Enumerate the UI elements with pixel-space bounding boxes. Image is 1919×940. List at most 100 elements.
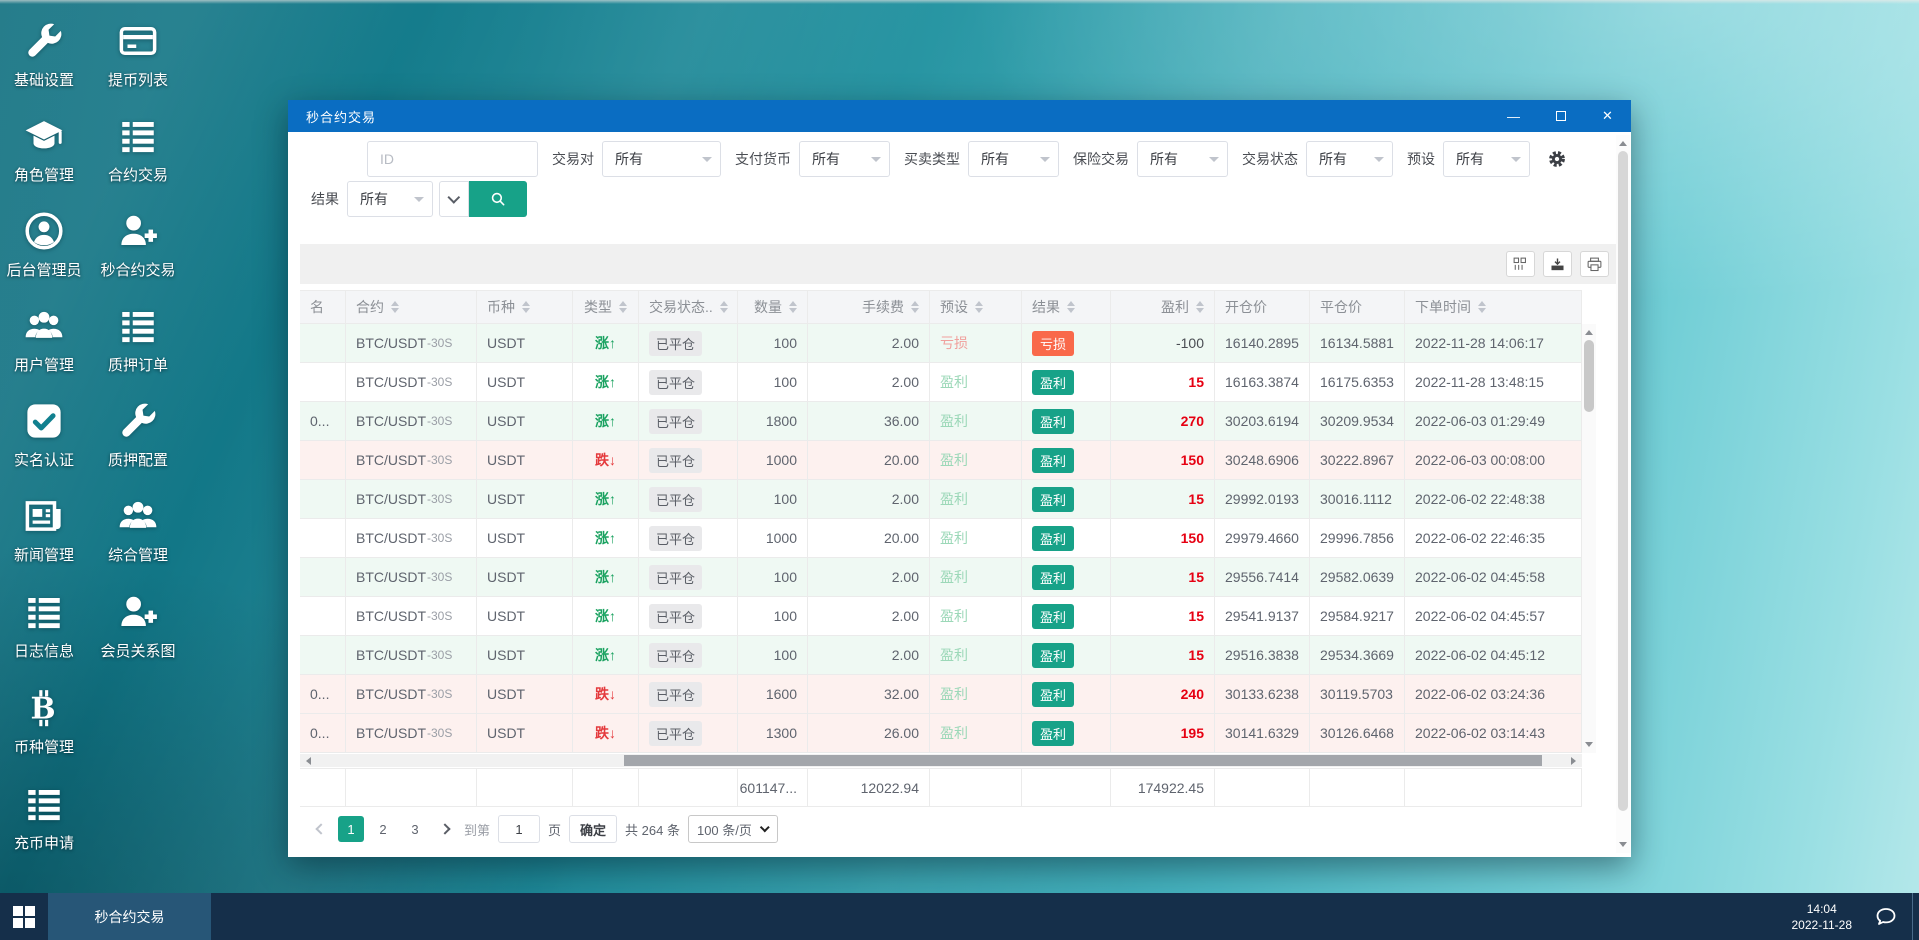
desktop-icon-充币申请[interactable]: 充币申请 bbox=[0, 782, 92, 853]
desktop-icon-秒合约交易[interactable]: 秒合约交易 bbox=[90, 209, 186, 280]
cell-contract: BTC/USDT -30S bbox=[346, 324, 477, 363]
page-button-2[interactable]: 2 bbox=[370, 816, 396, 842]
column-header-coin[interactable]: 币种 bbox=[477, 291, 573, 324]
close-value: 30119.5703 bbox=[1320, 686, 1393, 702]
table-row[interactable]: BTC/USDT -30S USDT 涨↑ 已平仓 1000 20.00 盈利 盈利 150 299… bbox=[300, 519, 1582, 558]
filter-settings-button[interactable] bbox=[1542, 143, 1572, 175]
column-header-status[interactable]: 交易状态.. bbox=[639, 291, 738, 324]
sort-icon[interactable] bbox=[719, 301, 728, 313]
filter-select-2[interactable]: 所有 bbox=[968, 141, 1059, 177]
window-scrollbar-thumb[interactable] bbox=[1618, 151, 1628, 811]
desktop-icon-新闻管理[interactable]: 新闻管理 bbox=[0, 494, 92, 565]
scroll-up-arrow[interactable] bbox=[1616, 135, 1630, 148]
page-button-3[interactable]: 3 bbox=[402, 816, 428, 842]
confirm-page-button[interactable]: 确定 bbox=[569, 815, 618, 843]
column-header-preset[interactable]: 预设 bbox=[930, 291, 1022, 324]
desktop-icon-提币列表[interactable]: 提币列表 bbox=[90, 19, 186, 90]
close-value: 30016.1112 bbox=[1320, 491, 1392, 507]
maximize-button[interactable] bbox=[1537, 100, 1584, 132]
desktop-icon-质押订单[interactable]: 质押订单 bbox=[90, 304, 186, 375]
next-page-button[interactable] bbox=[434, 816, 456, 842]
printer-button[interactable] bbox=[1580, 251, 1609, 277]
sort-icon[interactable] bbox=[1067, 301, 1075, 313]
start-button[interactable] bbox=[0, 893, 48, 940]
column-header-profit[interactable]: 盈利 bbox=[1111, 291, 1215, 324]
sort-icon[interactable] bbox=[619, 301, 627, 313]
table-row[interactable]: BTC/USDT -30S USDT 涨↑ 已平仓 100 2.00 盈利 盈利 15 29541.… bbox=[300, 597, 1582, 636]
close-button[interactable]: ✕ bbox=[1584, 100, 1631, 132]
window-titlebar[interactable]: 秒合约交易 — ✕ bbox=[288, 100, 1631, 132]
scroll-up-arrow[interactable] bbox=[1582, 324, 1596, 337]
table-row[interactable]: BTC/USDT -30S USDT 涨↑ 已平仓 100 2.00 盈利 盈利 15 29556.… bbox=[300, 558, 1582, 597]
user-value: 0... bbox=[310, 725, 330, 741]
scroll-right-arrow[interactable] bbox=[1569, 754, 1582, 767]
time-value: 2022-11-28 14:06:17 bbox=[1415, 335, 1544, 351]
column-header-type[interactable]: 类型 bbox=[573, 291, 639, 324]
table-row[interactable]: BTC/USDT -30S USDT 涨↑ 已平仓 100 2.00 盈利 盈利 15 16163.… bbox=[300, 363, 1582, 402]
table-row[interactable]: BTC/USDT -30S USDT 涨↑ 已平仓 100 2.00 盈利 盈利 15 29992.… bbox=[300, 480, 1582, 519]
filter-select-4[interactable]: 所有 bbox=[1306, 141, 1393, 177]
taskbar-item-active-app[interactable]: 秒合约交易 bbox=[48, 893, 211, 940]
filter-select-0[interactable]: 所有 bbox=[602, 141, 721, 177]
column-header-result[interactable]: 结果 bbox=[1022, 291, 1111, 324]
desktop-icon-日志信息[interactable]: 日志信息 bbox=[0, 590, 92, 661]
desktop-icon-质押配置[interactable]: 质押配置 bbox=[90, 399, 186, 470]
vertical-scrollbar-thumb[interactable] bbox=[1584, 340, 1594, 412]
column-header-time[interactable]: 下单时间 bbox=[1405, 291, 1582, 324]
desktop-icon-币种管理[interactable]: B 币种管理 bbox=[0, 686, 92, 757]
desktop-icon-实名认证[interactable]: 实名认证 bbox=[0, 399, 92, 470]
search-icon bbox=[491, 192, 504, 205]
status-badge: 已平仓 bbox=[649, 642, 703, 668]
table-row[interactable]: 0... BTC/USDT -30S USDT 跌↓ 已平仓 1300 26.00 盈利 盈利 19… bbox=[300, 714, 1582, 753]
prev-page-button[interactable] bbox=[310, 816, 332, 842]
desktop-icon-用户管理[interactable]: 用户管理 bbox=[0, 304, 92, 375]
export-button[interactable] bbox=[1543, 251, 1572, 277]
horizontal-scrollbar[interactable] bbox=[300, 754, 1582, 767]
window-vertical-scrollbar[interactable] bbox=[1616, 135, 1630, 853]
sort-icon[interactable] bbox=[522, 301, 530, 313]
expand-filters-button[interactable] bbox=[439, 181, 469, 217]
table-header-row: 名合约 币种 类型 交易状态.. 数量 手续费 预设 结果 盈利 开仓价 平仓价 下单时间 bbox=[300, 290, 1582, 324]
filter-select-3[interactable]: 所有 bbox=[1137, 141, 1228, 177]
scroll-down-arrow[interactable] bbox=[1616, 840, 1630, 853]
result-badge: 盈利 bbox=[1032, 720, 1075, 746]
desktop-icon-合约交易[interactable]: 合约交易 bbox=[90, 114, 186, 185]
table-row[interactable]: 0... BTC/USDT -30S USDT 涨↑ 已平仓 1800 36.00 盈利 盈利 27… bbox=[300, 402, 1582, 441]
desktop-icon-会员关系图[interactable]: 会员关系图 bbox=[90, 590, 186, 661]
sort-icon[interactable] bbox=[911, 301, 919, 313]
filter-select-5[interactable]: 所有 bbox=[1443, 141, 1530, 177]
desktop-icon-label: 综合管理 bbox=[107, 547, 168, 564]
table-row[interactable]: BTC/USDT -30S USDT 跌↓ 已平仓 1000 20.00 盈利 盈利 150 302… bbox=[300, 441, 1582, 480]
result-select[interactable]: 所有 bbox=[347, 181, 433, 217]
table-row[interactable]: 0... BTC/USDT -30S USDT 跌↓ 已平仓 1600 32.00 盈利 盈利 24… bbox=[300, 675, 1582, 714]
table-vertical-scrollbar[interactable] bbox=[1582, 324, 1596, 753]
sort-icon[interactable] bbox=[789, 301, 797, 313]
scroll-left-arrow[interactable] bbox=[300, 754, 313, 767]
columns-button[interactable] bbox=[1506, 251, 1535, 277]
column-header-fee[interactable]: 手续费 bbox=[808, 291, 930, 324]
column-header-contract[interactable]: 合约 bbox=[346, 291, 477, 324]
sort-icon[interactable] bbox=[1196, 301, 1204, 313]
desktop-icon-综合管理[interactable]: 综合管理 bbox=[90, 494, 186, 565]
page-button-1[interactable]: 1 bbox=[338, 816, 364, 842]
desktop-icon-后台管理员[interactable]: 后台管理员 bbox=[0, 209, 92, 280]
column-header-qty[interactable]: 数量 bbox=[738, 291, 808, 324]
desktop-icon-基础设置[interactable]: 基础设置 bbox=[0, 19, 92, 90]
taskbar-clock[interactable]: 14:04 2022-11-28 bbox=[1780, 901, 1865, 933]
goto-page-input[interactable] bbox=[498, 815, 541, 843]
horizontal-scrollbar-thumb[interactable] bbox=[624, 755, 1542, 766]
search-button[interactable] bbox=[469, 181, 527, 217]
desktop-icon-角色管理[interactable]: 角色管理 bbox=[0, 114, 92, 185]
sort-icon[interactable] bbox=[391, 301, 399, 313]
id-input[interactable] bbox=[367, 141, 538, 177]
minimize-button[interactable]: — bbox=[1490, 100, 1537, 132]
show-desktop-button[interactable] bbox=[1913, 893, 1919, 940]
page-size-select[interactable]: 100 条/页 bbox=[687, 815, 778, 843]
filter-select-1[interactable]: 所有 bbox=[799, 141, 890, 177]
sort-icon[interactable] bbox=[975, 301, 983, 313]
action-center-button[interactable] bbox=[1864, 893, 1908, 940]
sort-icon[interactable] bbox=[1478, 301, 1486, 313]
table-row[interactable]: BTC/USDT -30S USDT 涨↑ 已平仓 100 2.00 盈利 盈利 15 29516.… bbox=[300, 636, 1582, 675]
table-row[interactable]: BTC/USDT -30S USDT 涨↑ 已平仓 100 2.00 亏损 亏损 -100 1614… bbox=[300, 324, 1582, 363]
scroll-down-arrow[interactable] bbox=[1582, 740, 1596, 753]
